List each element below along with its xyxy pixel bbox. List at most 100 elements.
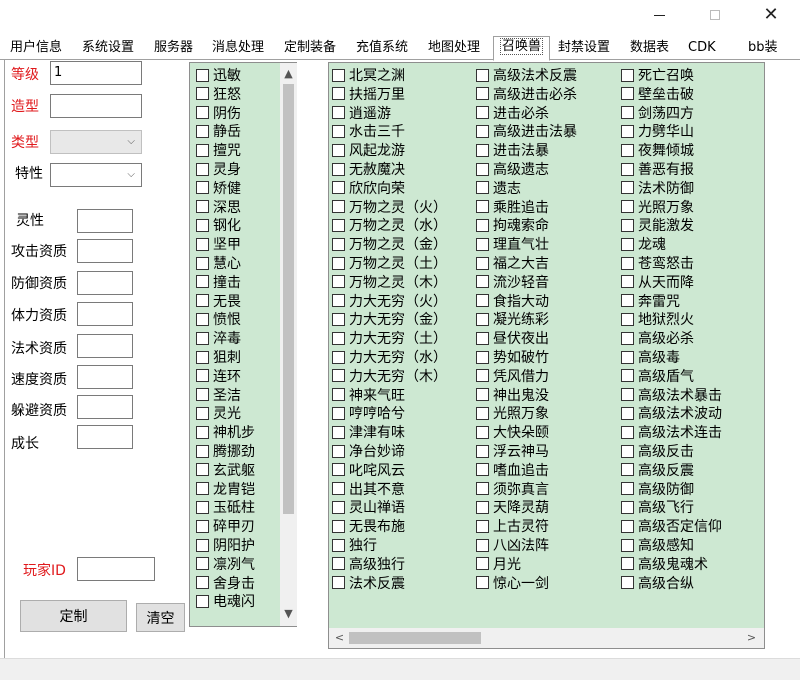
skill-checkbox[interactable]: 拘魂索命 [476,216,549,234]
checkbox[interactable] [196,181,209,195]
trait-checkbox[interactable]: 龙胄铠 [196,480,255,498]
skill-checkbox[interactable]: 苍鸾怒击 [621,254,694,272]
checkbox[interactable] [332,388,345,402]
checkbox[interactable] [196,237,209,251]
skill-checkbox[interactable]: 高级毒 [621,348,680,366]
skill-checkbox[interactable]: 灵山禅语 [332,498,405,516]
checkbox[interactable] [332,519,345,533]
checkbox[interactable] [476,181,489,195]
trait-checkbox[interactable]: 圣洁 [196,386,241,404]
skill-checkbox[interactable]: 势如破竹 [476,348,549,366]
skill-checkbox[interactable]: 力大无穷（金） [332,310,447,328]
skill-checkbox[interactable]: 流沙轻音 [476,273,549,291]
skill-checkbox[interactable]: 善恶有报 [621,160,694,178]
skill-checkbox[interactable]: 高级防御 [621,480,694,498]
checkbox[interactable] [196,519,209,533]
trait-checkbox[interactable]: 灵光 [196,404,241,422]
checkbox[interactable] [476,294,489,308]
scroll-up-icon[interactable]: ▲ [280,67,297,80]
checkbox[interactable] [476,143,489,157]
tab-summon-beast[interactable]: 召唤兽 [493,36,551,61]
checkbox[interactable] [621,369,634,383]
checkbox[interactable] [621,482,634,496]
checkbox[interactable] [332,294,345,308]
checkbox[interactable] [332,218,345,232]
checkbox[interactable] [621,463,634,477]
trait-checkbox[interactable]: 无畏 [196,292,241,310]
trait-checkbox[interactable]: 坚甲 [196,235,241,253]
trait-checkbox[interactable]: 慧心 [196,254,241,272]
checkbox[interactable] [476,331,489,345]
tab-map-handling[interactable]: 地图处理 [422,38,486,60]
skills-list-hscrollbar[interactable]: < > [329,628,764,648]
skill-checkbox[interactable]: 北冥之渊 [332,66,405,84]
checkbox[interactable] [476,106,489,120]
trait-checkbox[interactable]: 神机步 [196,423,255,441]
trait-checkbox[interactable]: 舍身击 [196,574,255,592]
skill-checkbox[interactable]: 乘胜追击 [476,198,549,216]
skill-checkbox[interactable]: 进击必杀 [476,104,549,122]
tab-ban-settings[interactable]: 封禁设置 [552,38,616,60]
skill-checkbox[interactable]: 高级否定信仰 [621,517,722,535]
skill-checkbox[interactable]: 高级遗志 [476,160,549,178]
skill-checkbox[interactable]: 遗志 [476,179,521,197]
skill-checkbox[interactable]: 地狱烈火 [621,310,694,328]
skill-checkbox[interactable]: 高级法术暴击 [621,386,722,404]
trait-checkbox[interactable]: 连环 [196,367,241,385]
skill-checkbox[interactable]: 逍遥游 [332,104,391,122]
close-button[interactable]: ✕ [748,0,794,30]
checkbox[interactable] [621,538,634,552]
checkbox[interactable] [476,350,489,364]
checkbox[interactable] [332,106,345,120]
checkbox[interactable] [476,200,489,214]
checkbox[interactable] [476,444,489,458]
checkbox[interactable] [196,388,209,402]
trait-checkbox[interactable]: 电魂闪 [196,592,255,610]
checkbox[interactable] [332,425,345,439]
checkbox[interactable] [332,444,345,458]
skill-checkbox[interactable]: 壁垒击破 [621,85,694,103]
skill-checkbox[interactable]: 法术防御 [621,179,694,197]
minimize-button[interactable] [636,0,682,30]
checkbox[interactable] [621,294,634,308]
skill-checkbox[interactable]: 叱咤风云 [332,461,405,479]
skill-checkbox[interactable]: 哼哼哈兮 [332,404,405,422]
skill-checkbox[interactable]: 万物之灵（水） [332,216,447,234]
trait-checkbox[interactable]: 擅咒 [196,141,241,159]
skill-checkbox[interactable]: 上古灵符 [476,517,549,535]
skill-checkbox[interactable]: 光照万象 [621,198,694,216]
skill-checkbox[interactable]: 高级反击 [621,442,694,460]
checkbox[interactable] [476,557,489,571]
trait-checkbox[interactable]: 阴伤 [196,104,241,122]
checkbox[interactable] [476,275,489,289]
checkbox[interactable] [332,68,345,82]
trait-checkbox[interactable]: 撞击 [196,273,241,291]
skill-checkbox[interactable]: 欣欣向荣 [332,179,405,197]
maximize-button[interactable] [692,0,738,30]
trait-checkbox[interactable]: 玉砥柱 [196,498,255,516]
skill-checkbox[interactable]: 龙魂 [621,235,666,253]
checkbox[interactable] [196,218,209,232]
skill-checkbox[interactable]: 惊心一剑 [476,574,549,592]
trait-checkbox[interactable]: 碎甲刃 [196,517,255,535]
trait-checkbox[interactable]: 钢化 [196,216,241,234]
checkbox[interactable] [196,106,209,120]
level-input[interactable]: 1 [50,61,142,85]
checkbox[interactable] [621,143,634,157]
checkbox[interactable] [332,406,345,420]
skill-checkbox[interactable]: 万物之灵（火） [332,198,447,216]
checkbox[interactable] [621,106,634,120]
checkbox[interactable] [476,388,489,402]
checkbox[interactable] [621,237,634,251]
skill-checkbox[interactable]: 神出鬼没 [476,386,549,404]
tab-recharge-system[interactable]: 充值系统 [350,38,414,60]
skill-checkbox[interactable]: 万物之灵（木） [332,273,447,291]
checkbox[interactable] [196,200,209,214]
checkbox[interactable] [332,143,345,157]
checkbox[interactable] [621,312,634,326]
skill-checkbox[interactable]: 大快朵颐 [476,423,549,441]
checkbox[interactable] [476,87,489,101]
checkbox[interactable] [196,594,209,608]
skill-checkbox[interactable]: 高级合纵 [621,574,694,592]
checkbox[interactable] [621,500,634,514]
